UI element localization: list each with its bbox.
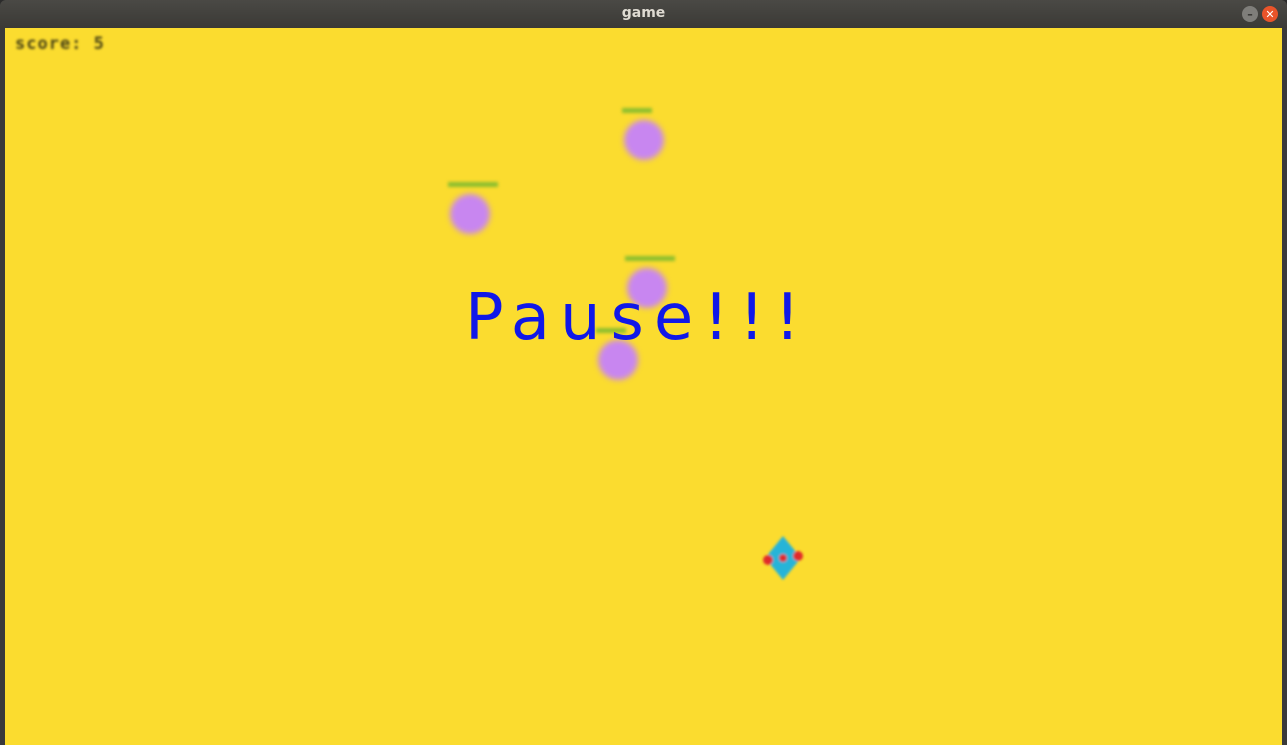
enemy-orb-icon: [624, 120, 664, 160]
close-icon: ✕: [1265, 7, 1275, 21]
background-window-edge-right: [1282, 28, 1287, 745]
pause-message: Pause!!!: [465, 281, 811, 355]
game-canvas[interactable]: score: 5 Pause!!!: [5, 28, 1282, 745]
enemy-orb-icon: [450, 194, 490, 234]
score-display: score: 5: [15, 34, 105, 54]
close-button[interactable]: ✕: [1262, 6, 1278, 22]
game-window: game – ✕ score: 5 Pause!!!: [0, 0, 1287, 745]
minimize-icon: –: [1247, 7, 1253, 21]
minimize-button[interactable]: –: [1242, 6, 1258, 22]
enemy-health-bar: [625, 256, 675, 261]
enemy-health-bar: [448, 182, 498, 187]
enemy-health-bar: [622, 108, 652, 113]
enemy-1: [622, 108, 666, 164]
diamond-ship-icon: [763, 536, 803, 580]
enemy-2: [448, 182, 498, 238]
title-bar[interactable]: game – ✕: [0, 0, 1287, 28]
window-title: game: [621, 5, 666, 21]
